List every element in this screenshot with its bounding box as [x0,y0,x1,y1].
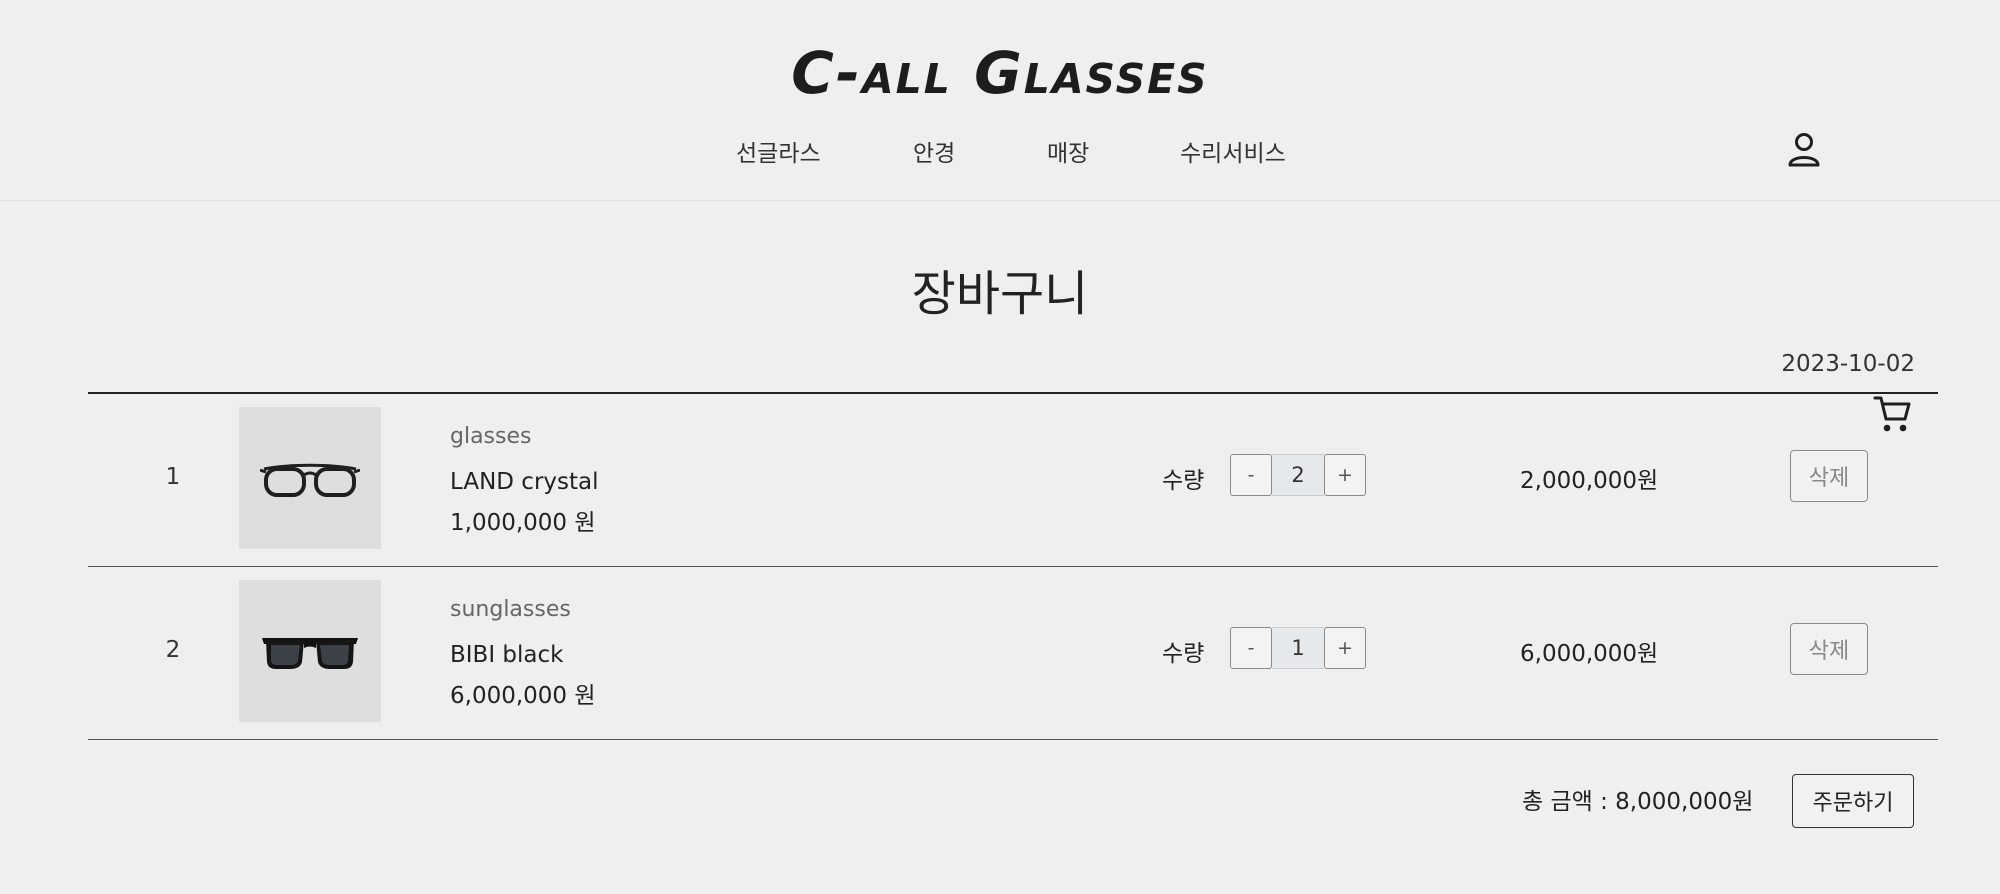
cart-row: 1 glasses LAND crystal 1,000,000 원 수량 - … [88,394,1938,567]
product-image-black-sunglasses[interactable] [239,580,381,722]
product-unit-price: 6,000,000 원 [450,683,596,709]
product-name[interactable]: BIBI black [450,642,563,668]
nav-item-repair-service[interactable]: 수리서비스 [1180,136,1286,172]
delete-button[interactable]: 삭제 [1790,450,1868,502]
row-index: 2 [165,637,181,663]
quantity-value: 2 [1272,454,1324,496]
decrease-quantity-button[interactable]: - [1230,454,1272,496]
row-index: 1 [165,464,181,490]
nav-item-sunglasses[interactable]: 선글라스 [736,136,821,172]
line-total: 2,000,000원 [1520,468,1659,494]
total-amount: 총 금액 : 8,000,000원 [1522,789,1754,815]
site-header: C-all Glasses 선글라스 안경 매장 수리서비스 [0,0,2000,432]
product-category: sunglasses [450,597,571,622]
quantity-stepper: - 1 + [1230,627,1366,669]
product-name[interactable]: LAND crystal [450,469,599,495]
cart-table: 1 glasses LAND crystal 1,000,000 원 수량 - … [88,392,1938,740]
line-total: 6,000,000원 [1520,641,1659,667]
cart-row: 2 sunglasses BIBI black 6,000,000 원 수량 -… [88,567,1938,740]
increase-quantity-button[interactable]: + [1324,627,1366,669]
product-category: glasses [450,424,532,449]
delete-button[interactable]: 삭제 [1790,623,1868,675]
product-unit-price: 1,000,000 원 [450,510,596,536]
quantity-label: 수량 [1162,641,1205,667]
order-button[interactable]: 주문하기 [1792,774,1914,828]
quantity-stepper: - 2 + [1230,454,1366,496]
product-image-clear-glasses[interactable] [239,407,381,549]
nav-item-stores[interactable]: 매장 [1047,136,1089,172]
increase-quantity-button[interactable]: + [1324,454,1366,496]
cart-date: 2023-10-02 [1781,351,1915,377]
page-title: 장바구니 [911,266,1089,322]
decrease-quantity-button[interactable]: - [1230,627,1272,669]
nav-item-glasses[interactable]: 안경 [913,136,955,172]
site-logo[interactable]: C-all Glasses [0,38,2000,108]
main-nav: 선글라스 안경 매장 수리서비스 [0,136,2000,172]
quantity-label: 수량 [1162,468,1205,494]
quantity-value: 1 [1272,627,1324,669]
user-icon[interactable] [1784,128,1824,172]
